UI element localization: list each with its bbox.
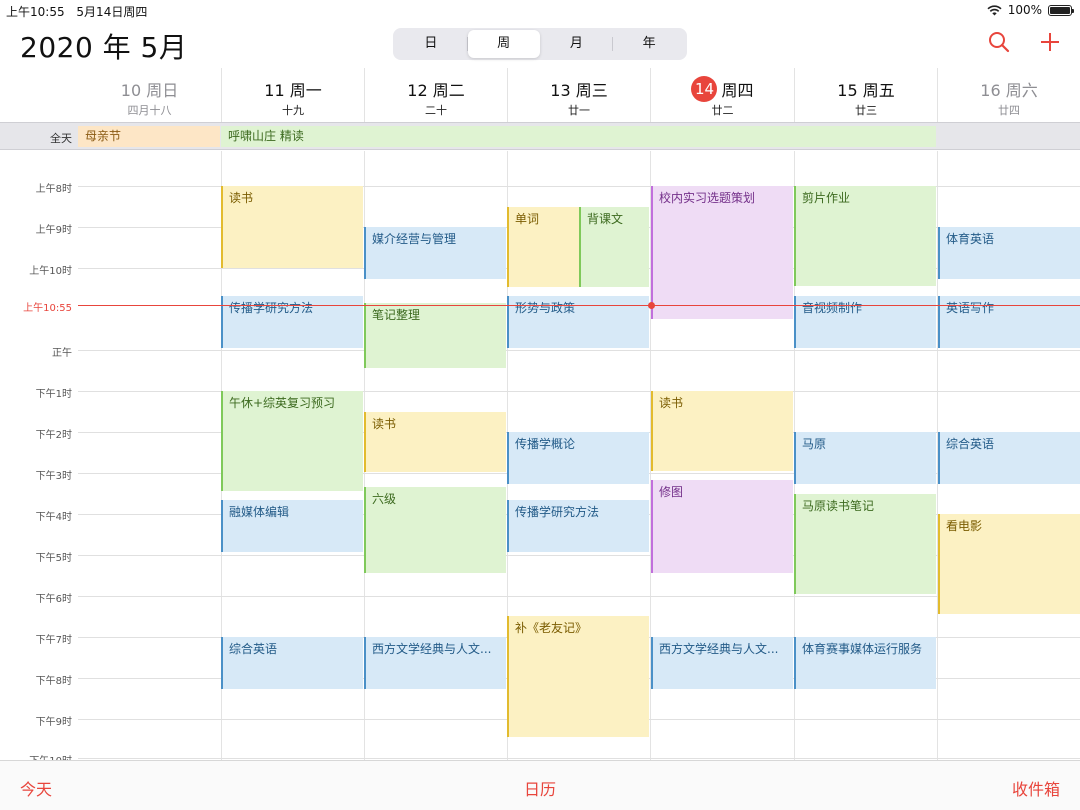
current-time-label: 上午10:55 bbox=[23, 303, 72, 314]
day-header-lunar: 廿三 bbox=[855, 104, 877, 117]
day-header-fri[interactable]: 15 周五 廿三 bbox=[794, 68, 937, 122]
status-time: 上午10:55 bbox=[6, 5, 65, 19]
event-mon-english[interactable]: 综合英语 bbox=[221, 637, 363, 689]
all-day-row: 全天 母亲节 呼啸山庄 精读 bbox=[0, 122, 1080, 150]
segment-month[interactable]: 月 bbox=[541, 30, 613, 58]
hour-label: 上午10时 bbox=[29, 266, 72, 277]
event-fri-marxism[interactable]: 马原 bbox=[794, 432, 936, 484]
day-header-thu-today[interactable]: 14 周四 廿二 bbox=[650, 68, 794, 122]
day-header-title: 16 周六 bbox=[980, 81, 1038, 100]
day-header-lunar: 廿四 bbox=[998, 104, 1020, 117]
hour-label: 下午6时 bbox=[35, 594, 72, 605]
hour-label: 下午2时 bbox=[35, 430, 72, 441]
event-sat-english[interactable]: 综合英语 bbox=[938, 432, 1080, 484]
event-tue-notes[interactable]: 笔记整理 bbox=[364, 303, 506, 368]
event-wed-vocab[interactable]: 单词 bbox=[507, 207, 579, 287]
hour-label: 下午9时 bbox=[35, 717, 72, 728]
segment-day[interactable]: 日 bbox=[395, 30, 467, 58]
day-header-lunar: 廿一 bbox=[568, 104, 590, 117]
plus-icon bbox=[1041, 33, 1059, 51]
day-header-wed[interactable]: 13 周三 廿一 bbox=[507, 68, 650, 122]
add-event-button[interactable] bbox=[1036, 30, 1064, 58]
event-wed-policy[interactable]: 形势与政策 bbox=[507, 296, 649, 348]
event-fri-video-hw[interactable]: 剪片作业 bbox=[794, 186, 936, 286]
day-header-mon[interactable]: 11 周一 十九 bbox=[221, 68, 364, 122]
event-wed-comm-research[interactable]: 传播学研究方法 bbox=[507, 500, 649, 552]
day-header-sun[interactable]: 10 周日 四月十八 bbox=[78, 68, 221, 122]
segment-week[interactable]: 周 bbox=[467, 30, 540, 58]
hour-label: 正午 bbox=[52, 348, 72, 359]
bottom-toolbar: 今天 日历 收件箱 bbox=[0, 760, 1080, 810]
status-date: 5月14日周四 bbox=[76, 5, 148, 19]
event-fri-av-production[interactable]: 音视频制作 bbox=[794, 296, 936, 348]
event-fri-marxism-notes[interactable]: 马原读书笔记 bbox=[794, 494, 936, 594]
day-header-lunar: 二十 bbox=[425, 104, 447, 117]
event-tue-western-lit[interactable]: 西方文学经典与人文... bbox=[364, 637, 506, 689]
event-tue-cet6[interactable]: 六级 bbox=[364, 487, 506, 573]
all-day-event-reading[interactable]: 呼啸山庄 精读 bbox=[221, 126, 936, 147]
hour-label: 上午9时 bbox=[35, 225, 72, 236]
event-wed-recite[interactable]: 背课文 bbox=[579, 207, 649, 287]
search-button[interactable] bbox=[985, 30, 1013, 58]
battery-percent: 100% bbox=[1007, 3, 1042, 17]
hour-label: 下午5时 bbox=[35, 553, 72, 564]
event-fri-sports-media[interactable]: 体育赛事媒体运行服务 bbox=[794, 637, 936, 689]
view-segmented-control: 日 周 月 年 bbox=[393, 28, 687, 60]
event-sat-english-writing[interactable]: 英语写作 bbox=[938, 296, 1080, 348]
search-icon bbox=[989, 32, 1010, 53]
calendars-button[interactable]: 日历 bbox=[524, 776, 556, 800]
hour-label: 上午8时 bbox=[35, 184, 72, 195]
event-tue-media-mgmt[interactable]: 媒介经营与管理 bbox=[364, 227, 506, 279]
inbox-button[interactable]: 收件箱 bbox=[1012, 776, 1060, 800]
day-header-lunar: 廿二 bbox=[711, 104, 734, 117]
current-time-dot bbox=[648, 302, 655, 309]
event-sat-movie[interactable]: 看电影 bbox=[938, 514, 1080, 614]
event-thu-reading[interactable]: 读书 bbox=[651, 391, 793, 471]
current-time-line bbox=[78, 305, 1080, 306]
all-day-label: 全天 bbox=[50, 132, 72, 145]
day-header-title: 11 周一 bbox=[264, 81, 322, 100]
day-header-lunar: 四月十八 bbox=[127, 104, 172, 117]
event-thu-internship[interactable]: 校内实习选题策划 bbox=[651, 186, 793, 319]
status-right: 100% bbox=[987, 3, 1074, 17]
day-header-title: 15 周五 bbox=[837, 81, 895, 100]
month-title: 2020 年 5月 bbox=[20, 31, 188, 64]
hour-label: 下午7时 bbox=[35, 635, 72, 646]
event-sat-sports-english[interactable]: 体育英语 bbox=[938, 227, 1080, 279]
week-day-header: 10 周日 四月十八 11 周一 十九 12 周二 二十 13 周三 廿一 14… bbox=[0, 68, 1080, 122]
status-time-date: 上午10:55 5月14日周四 bbox=[6, 3, 147, 20]
event-wed-comm-intro[interactable]: 传播学概论 bbox=[507, 432, 649, 484]
wifi-icon bbox=[987, 4, 1002, 15]
all-day-event-mothers-day[interactable]: 母亲节 bbox=[78, 126, 220, 147]
battery-icon bbox=[1048, 4, 1074, 16]
event-mon-nap-review[interactable]: 午休+综英复习预习 bbox=[221, 391, 363, 491]
event-wed-friends[interactable]: 补《老友记》 bbox=[507, 616, 649, 737]
event-thu-western-lit[interactable]: 西方文学经典与人文... bbox=[651, 637, 793, 689]
week-time-grid: 上午8时 上午9时 上午10时 正午 下午1时 下午2时 下午3时 下午4时 下… bbox=[0, 151, 1080, 760]
segment-year[interactable]: 年 bbox=[613, 30, 685, 58]
day-header-title: 12 周二 bbox=[407, 81, 465, 100]
event-mon-comm-research[interactable]: 传播学研究方法 bbox=[221, 296, 363, 348]
event-mon-media-edit[interactable]: 融媒体编辑 bbox=[221, 500, 363, 552]
event-thu-photo-edit[interactable]: 修图 bbox=[651, 480, 793, 573]
today-weekday: 周四 bbox=[721, 81, 754, 100]
day-header-title: 13 周三 bbox=[550, 81, 608, 100]
hour-label: 下午4时 bbox=[35, 512, 72, 523]
hour-label: 下午8时 bbox=[35, 676, 72, 687]
day-header-sat[interactable]: 16 周六 廿四 bbox=[937, 68, 1080, 122]
hour-label: 下午3时 bbox=[35, 471, 72, 482]
day-header-title: 10 周日 bbox=[120, 81, 179, 100]
today-badge: 14 bbox=[691, 76, 718, 102]
day-header-lunar: 十九 bbox=[282, 104, 304, 117]
day-header-title: 14 周四 bbox=[651, 76, 794, 102]
event-tue-reading[interactable]: 读书 bbox=[364, 412, 506, 472]
status-bar: 上午10:55 5月14日周四 100% bbox=[0, 0, 1080, 20]
hour-label: 下午1时 bbox=[35, 389, 72, 400]
event-mon-reading[interactable]: 读书 bbox=[221, 186, 363, 268]
today-button[interactable]: 今天 bbox=[20, 776, 52, 800]
day-header-tue[interactable]: 12 周二 二十 bbox=[364, 68, 507, 122]
hour-label: 下午10时 bbox=[0, 752, 72, 760]
